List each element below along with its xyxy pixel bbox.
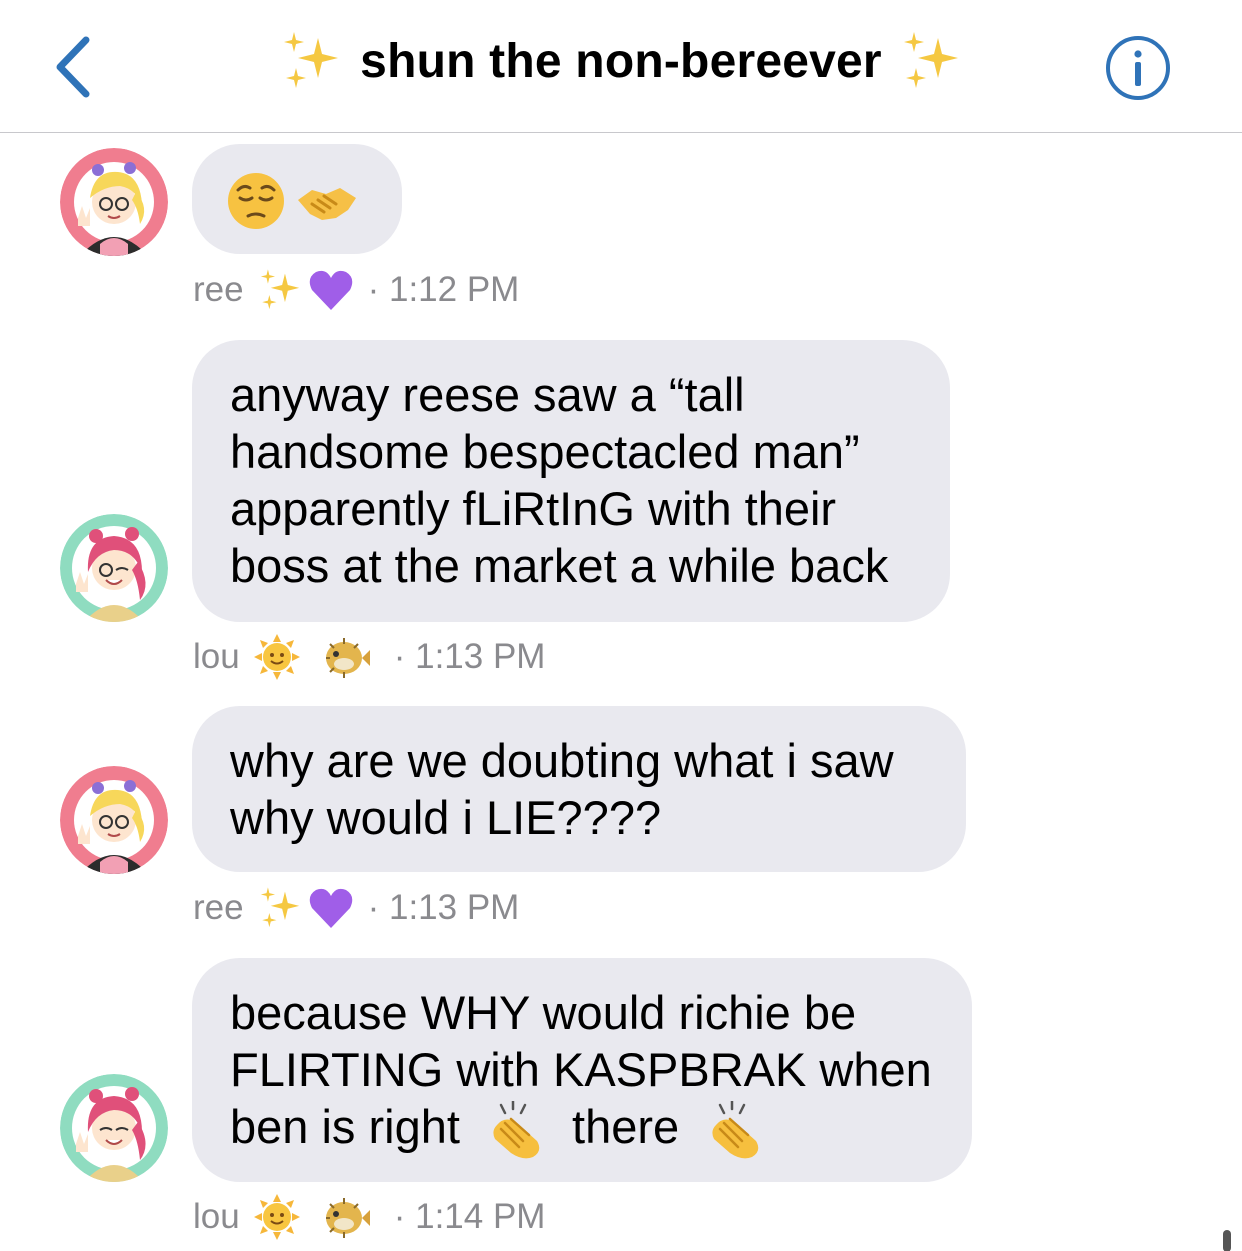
info-icon [1106, 36, 1170, 100]
timestamp: · 1:14 PM [393, 1197, 546, 1236]
message-text-line: why would i LIE???? [230, 791, 662, 844]
avatar-lou[interactable] [60, 514, 168, 622]
avatar-ree[interactable] [60, 148, 168, 256]
avatar-lou-image [60, 514, 168, 622]
timestamp: · 1:13 PM [393, 637, 546, 676]
message-text-line: handsome bespectacled man” [230, 425, 860, 478]
message-bubble[interactable] [192, 144, 402, 254]
sparkles-icon [283, 32, 338, 88]
sparkles-icon [904, 32, 959, 88]
chat-title: shun the non-bereever [360, 34, 882, 88]
sender-name: lou [193, 637, 240, 676]
blowfish-icon [325, 1198, 370, 1238]
pensive-face-emoji [228, 173, 284, 229]
info-button[interactable] [1104, 34, 1172, 102]
message-meta: ree · 1:13 PM [193, 883, 519, 933]
message-text-line: because WHY would richie be [230, 986, 857, 1039]
message-bubble[interactable]: because WHY would richie be FLIRTING wit… [192, 958, 972, 1182]
message-meta: lou · 1:14 PM [193, 1192, 545, 1242]
clapping-hands-icon [493, 1100, 540, 1158]
avatar-ree[interactable] [60, 766, 168, 874]
message-bubble[interactable]: anyway reese saw a “tall handsome bespec… [192, 340, 950, 622]
nav-bar: shun the non-bereever [0, 0, 1242, 133]
message-text-line: FLIRTING with KASPBRAK when [230, 1043, 932, 1096]
message-text-line: ben is right there [230, 1098, 934, 1161]
sun-face-icon [253, 634, 300, 680]
avatar-lou-image [60, 1074, 168, 1182]
message-text-line: apparently fLiRtInG with their [230, 482, 837, 535]
handshake-emoji [298, 188, 356, 220]
sender-name: lou [193, 1197, 240, 1236]
message-emoji-content [228, 173, 356, 229]
scrollbar[interactable] [1223, 1230, 1231, 1251]
blowfish-icon [325, 638, 370, 678]
sun-face-icon [253, 1194, 300, 1240]
chat-screen: shun the non-bereever ree · 1:12 PM anyw… [0, 0, 1242, 1251]
avatar-ree-image [60, 148, 168, 256]
clapping-hands-icon [712, 1100, 759, 1158]
message-meta: lou · 1:13 PM [193, 632, 545, 682]
avatar-ree-image [60, 766, 168, 874]
sender-name: ree [193, 270, 244, 309]
purple-heart-icon [309, 888, 352, 928]
sparkles-icon [260, 269, 299, 310]
message-meta: ree · 1:12 PM [193, 265, 519, 315]
sparkles-icon [260, 887, 299, 928]
message-text-segment: there [572, 1100, 680, 1153]
message-text-segment: ben is right [230, 1100, 460, 1153]
purple-heart-icon [309, 270, 352, 310]
message-text-line: boss at the market a while back [230, 539, 889, 592]
message-text-line: anyway reese saw a “tall [230, 368, 745, 421]
message-bubble[interactable]: why are we doubting what i saw why would… [192, 706, 966, 872]
chat-title-group: shun the non-bereever [0, 30, 1242, 106]
timestamp: · 1:13 PM [367, 888, 520, 927]
timestamp: · 1:12 PM [367, 270, 520, 309]
message-text-line: why are we doubting what i saw [230, 734, 894, 787]
sender-name: ree [193, 888, 244, 927]
avatar-lou[interactable] [60, 1074, 168, 1182]
